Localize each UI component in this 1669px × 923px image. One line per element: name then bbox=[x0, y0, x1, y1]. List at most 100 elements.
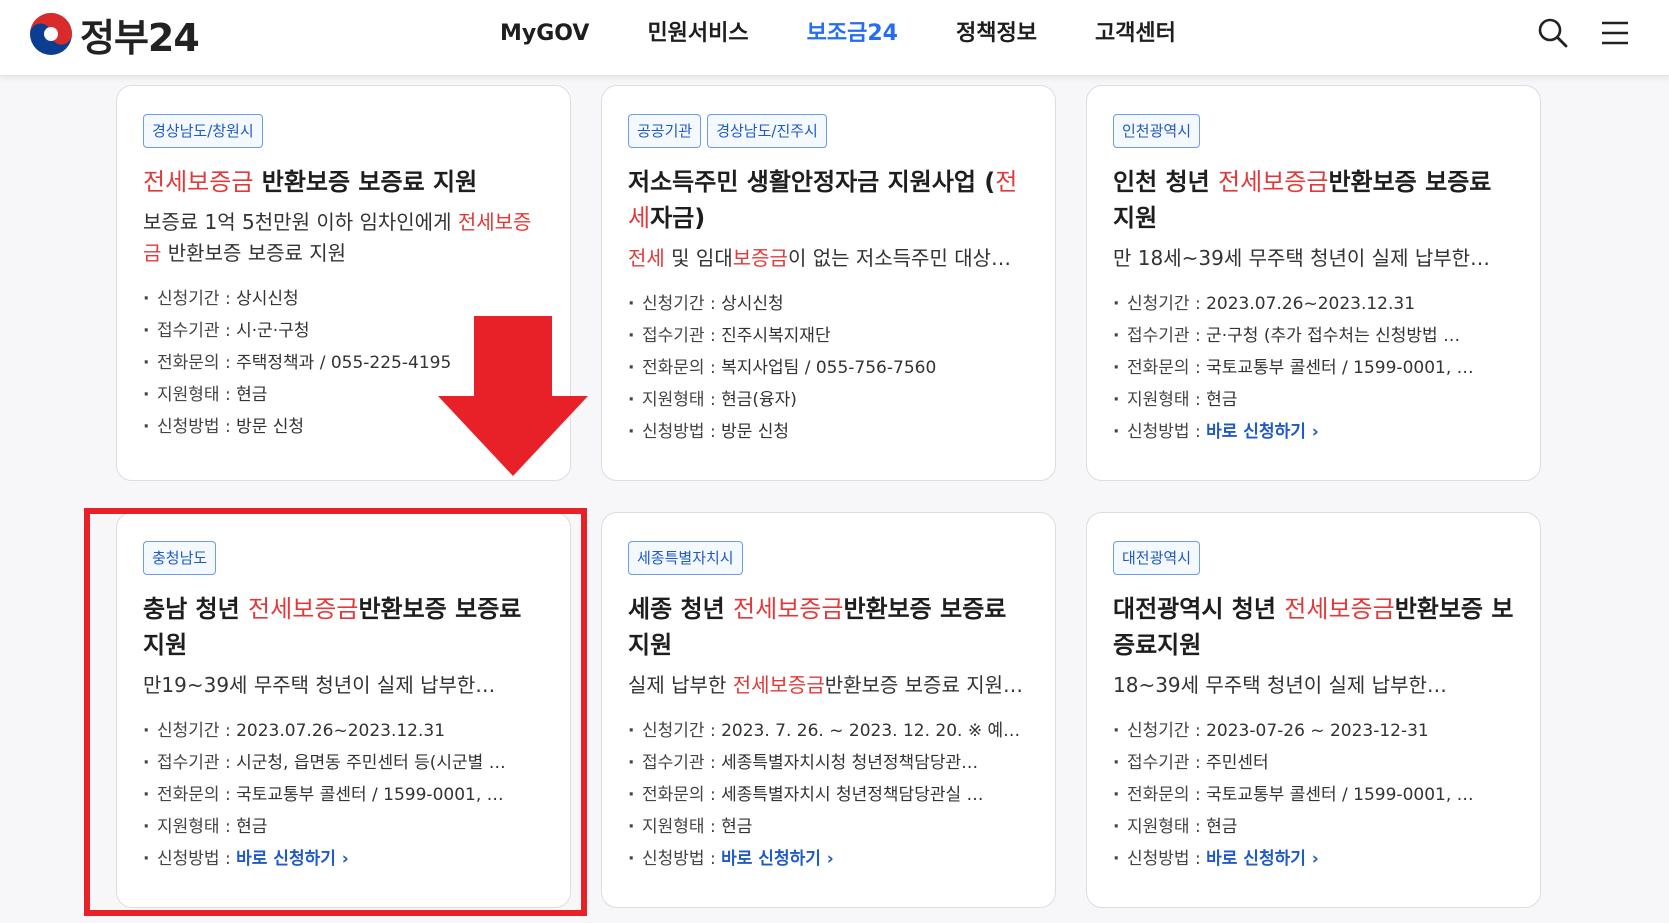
info-support: 지원형태 : 현금(융자) bbox=[628, 384, 1031, 416]
annotation-arrow-icon bbox=[438, 316, 588, 476]
info-support: 지원형태 : 현금 bbox=[628, 811, 1031, 843]
region-tag: 공공기관 bbox=[628, 114, 702, 148]
info-contact: 전화문의 : 세종특별자치시 청년정책담당관실 … bbox=[628, 779, 1031, 811]
info-label: 지원형태 : bbox=[642, 817, 722, 837]
keyword-highlight: 전세보증금 bbox=[733, 595, 844, 623]
apply-now-link[interactable]: 바로 신청하기 › bbox=[1206, 849, 1319, 869]
keyword-highlight: 전세보증금 bbox=[143, 168, 254, 196]
subsidy-card[interactable]: 공공기관 경상남도/진주시 저소득주민 생활안정자금 지원사업 (전세자금) 전세 및… bbox=[601, 85, 1056, 481]
region-tag: 인천광역시 bbox=[1113, 114, 1201, 148]
card-tags: 세종특별자치시 bbox=[628, 541, 1031, 575]
nav-mygov[interactable]: MyGOV bbox=[500, 14, 589, 54]
info-label: 신청기간 : bbox=[1127, 294, 1207, 314]
hamburger-menu-icon[interactable] bbox=[1598, 16, 1632, 50]
info-label: 전화문의 : bbox=[1127, 358, 1207, 378]
info-period: 신청기간 : 상시신청 bbox=[143, 283, 546, 315]
card-tags: 인천광역시 bbox=[1113, 114, 1516, 148]
info-label: 신청기간 : bbox=[642, 721, 722, 741]
description-text: 반환보증 보증료 지원 bbox=[161, 241, 347, 265]
subsidy-card[interactable]: 세종특별자치시 세종 청년 전세보증금반환보증 보증료 지원 실제 납부한 전세보증… bbox=[601, 512, 1056, 908]
info-value: 현금(융자) bbox=[721, 390, 797, 410]
apply-now-link[interactable]: 바로 신청하기 › bbox=[721, 849, 834, 869]
card-description: 보증료 1억 5천만원 이하 임차인에게 전세보증금 반환보증 보증료 지원 bbox=[143, 207, 546, 269]
subsidy-card[interactable]: 대전광역시대전광역시 청년 전세보증금반환보증 보증료지원 18~39세 무주택 … bbox=[1086, 512, 1541, 908]
card-title[interactable]: 인천 청년 전세보증금반환보증 보증료 지원 bbox=[1113, 164, 1516, 236]
info-label: 접수기관 : bbox=[1127, 326, 1207, 346]
title-text: 자금) bbox=[650, 204, 706, 232]
apply-now-link[interactable]: 바로 신청하기 › bbox=[1206, 422, 1319, 442]
info-period: 신청기간 : 2023.07.26~2023.12.31 bbox=[1113, 288, 1516, 320]
description-text: 18~39세 무주택 청년이 실제 납부한… bbox=[1113, 673, 1447, 697]
info-method: 신청방법 : 바로 신청하기 › bbox=[1113, 416, 1516, 448]
info-label: 지원형태 : bbox=[1127, 390, 1207, 410]
keyword-highlight: 전세 bbox=[628, 246, 665, 270]
nav-subsidy24[interactable]: 보조금24 bbox=[807, 14, 898, 54]
card-tags: 공공기관 경상남도/진주시 bbox=[628, 114, 1031, 148]
card-title[interactable]: 대전광역시 청년 전세보증금반환보증 보증료지원 bbox=[1113, 591, 1516, 663]
info-label: 전화문의 : bbox=[642, 358, 722, 378]
info-value: 현금 bbox=[236, 385, 268, 405]
info-method: 신청방법 : 바로 신청하기 › bbox=[628, 843, 1031, 875]
info-value: 국토교통부 콜센터 / 1599-0001, … bbox=[1206, 785, 1474, 805]
card-tags: 경상남도/창원시 bbox=[143, 114, 546, 148]
subsidy-card[interactable]: 인천광역시인천 청년 전세보증금반환보증 보증료 지원만 18세~39세 무주택… bbox=[1086, 85, 1541, 481]
info-label: 전화문의 : bbox=[642, 785, 722, 805]
info-period: 신청기간 : 2023-07-26 ~ 2023-12-31 bbox=[1113, 715, 1516, 747]
info-method: 신청방법 : 방문 신청 bbox=[628, 416, 1031, 448]
nav-civil-service[interactable]: 민원서비스 bbox=[647, 14, 748, 54]
info-value: 방문 신청 bbox=[236, 417, 305, 437]
info-label: 신청방법 : bbox=[1127, 422, 1207, 442]
info-method: 신청방법 : 바로 신청하기 › bbox=[1113, 843, 1516, 875]
info-label: 신청기간 : bbox=[642, 294, 722, 314]
card-info-list: 신청기간 : 2023. 7. 26. ~ 2023. 12. 20. ※ 예…… bbox=[628, 715, 1031, 875]
region-tag: 대전광역시 bbox=[1113, 541, 1201, 575]
nav-policy-info[interactable]: 정책정보 bbox=[956, 14, 1037, 54]
info-agency: 접수기관 : 군·구청 (추가 접수처는 신청방법 … bbox=[1113, 320, 1516, 352]
logo-text: 정부24 bbox=[80, 15, 200, 60]
info-support: 지원형태 : 현금 bbox=[1113, 811, 1516, 843]
info-period: 신청기간 : 2023. 7. 26. ~ 2023. 12. 20. ※ 예… bbox=[628, 715, 1031, 747]
region-tag: 세종특별자치시 bbox=[628, 541, 743, 575]
info-value: 세종특별자치시청 청년정책담당관… bbox=[721, 753, 979, 773]
info-value: 현금 bbox=[721, 817, 753, 837]
card-title[interactable]: 전세보증금 반환보증 보증료 지원 bbox=[143, 164, 546, 200]
info-label: 신청방법 : bbox=[157, 417, 237, 437]
info-value: 방문 신청 bbox=[721, 422, 790, 442]
title-text: 세종 청년 bbox=[628, 595, 734, 623]
card-info-list: 신청기간 : 상시신청접수기관 : 진주시복지재단전화문의 : 복지사업팀 / … bbox=[628, 288, 1031, 448]
info-agency: 접수기관 : 주민센터 bbox=[1113, 747, 1516, 779]
info-value: 현금 bbox=[1206, 817, 1238, 837]
info-label: 신청방법 : bbox=[642, 422, 722, 442]
info-value: 상시신청 bbox=[236, 289, 299, 309]
title-text: 반환보증 보증료 지원 bbox=[253, 168, 478, 196]
gov24-logo[interactable]: 정부24 bbox=[28, 10, 200, 60]
info-label: 접수기관 : bbox=[642, 753, 722, 773]
keyword-highlight: 전세보증금 bbox=[732, 673, 825, 697]
card-title[interactable]: 저소득주민 생활안정자금 지원사업 (전세자금) bbox=[628, 164, 1031, 236]
card-description: 전세 및 임대보증금이 없는 저소득주민 대상… bbox=[628, 243, 1031, 274]
description-text: 만 18세~39세 무주택 청년이 실제 납부한… bbox=[1113, 246, 1491, 270]
description-text: 반환보증 보증료 지원… bbox=[824, 673, 1024, 697]
info-value: 2023. 7. 26. ~ 2023. 12. 20. ※ 예… bbox=[721, 721, 1021, 741]
card-info-list: 신청기간 : 2023-07-26 ~ 2023-12-31접수기관 : 주민센… bbox=[1113, 715, 1516, 875]
title-text: 저소득주민 생활안정자금 지원사업 ( bbox=[628, 168, 996, 196]
nav-customer-center[interactable]: 고객센터 bbox=[1095, 14, 1176, 54]
card-description: 18~39세 무주택 청년이 실제 납부한… bbox=[1113, 670, 1516, 701]
annotation-highlight-box bbox=[84, 508, 587, 916]
search-icon[interactable] bbox=[1536, 16, 1570, 50]
site-header: 정부24 MyGOV 민원서비스 보조금24 정책정보 고객센터 bbox=[0, 0, 1669, 76]
keyword-highlight: 전세보증금 bbox=[1284, 595, 1395, 623]
info-contact: 전화문의 : 복지사업팀 / 055-756-7560 bbox=[628, 352, 1031, 384]
region-tag: 경상남도/진주시 bbox=[707, 114, 827, 148]
info-label: 접수기관 : bbox=[642, 326, 722, 346]
description-text: 및 임대 bbox=[664, 246, 733, 270]
title-text: 인천 청년 bbox=[1113, 168, 1219, 196]
info-contact: 전화문의 : 국토교통부 콜센터 / 1599-0001, … bbox=[1113, 779, 1516, 811]
card-info-list: 신청기간 : 2023.07.26~2023.12.31접수기관 : 군·구청 … bbox=[1113, 288, 1516, 448]
info-value: 시·군·구청 bbox=[236, 321, 310, 341]
card-title[interactable]: 세종 청년 전세보증금반환보증 보증료 지원 bbox=[628, 591, 1031, 663]
info-label: 지원형태 : bbox=[642, 390, 722, 410]
info-value: 상시신청 bbox=[721, 294, 784, 314]
info-value: 국토교통부 콜센터 / 1599-0001, … bbox=[1206, 358, 1474, 378]
keyword-highlight: 전세보증금 bbox=[1218, 168, 1329, 196]
